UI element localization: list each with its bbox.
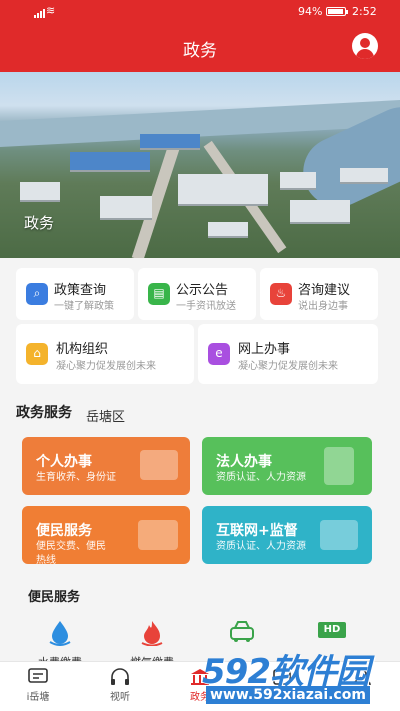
document-icon [324,447,354,485]
building-shape [140,134,200,148]
wifi-icon: ≋ [46,4,56,17]
quick-service-title: 咨询建议 [298,283,351,298]
building-shape [280,172,316,188]
nav-label: i岳塘 [26,692,50,703]
nav-label: 视听 [110,692,130,703]
id-card-icon [140,450,178,480]
service-card-supervision[interactable]: 互联网+监督 资质认证、人力资源 [202,506,372,564]
quick-service-online[interactable]: e 网上办事 凝心聚力促发展创未来 [198,324,378,384]
folder-icon [138,520,178,550]
nav-item-iyuetang[interactable]: i岳塘 [8,666,68,703]
quick-service-subtitle: 一键了解政策 [54,301,114,312]
quick-service-notice[interactable]: ▤ 公示公告 一手资讯放送 [138,268,256,320]
district-selector[interactable]: 岳塘区 [86,406,125,425]
service-card-title: 互联网+监督 [216,523,298,539]
service-card-legal[interactable]: 法人办事 资质认证、人力资源 [202,437,372,495]
service-card-title: 个人办事 [36,454,92,470]
quick-service-institution[interactable]: ⌂ 机构组织 凝心聚力促发展创未来 [16,324,194,384]
monitor-icon [320,520,358,550]
page-title: 政务 [183,41,217,61]
watermark-url: www.592xiazai.com [206,686,370,704]
building-icon: ⌂ [26,343,48,365]
battery-icon [326,7,348,16]
quick-service-title: 机构组织 [56,342,109,357]
building-shape [20,182,60,200]
service-card-desc: 生育收养、身份证 [36,472,116,483]
quick-service-subtitle: 说出身边事 [298,301,348,312]
service-card-title: 便民服务 [36,523,92,539]
user-profile-icon[interactable] [352,33,378,59]
service-card-desc: 资质认证、人力资源 [216,472,306,483]
flame-icon [141,621,163,646]
quick-service-title: 网上办事 [238,342,291,357]
hd-icon: HD [318,622,346,638]
headphones-icon [111,668,129,685]
section-title: 政务服务 [16,405,72,421]
service-card-convenience[interactable]: 便民服务 便民交费、便民热线 [22,506,190,564]
quick-service-subtitle: 凝心聚力促发展创未来 [56,361,156,372]
quick-service-subtitle: 一手资讯放送 [176,301,236,312]
building-shape [208,222,248,236]
quick-service-subtitle: 凝心聚力促发展创未来 [238,361,338,372]
quick-service-consult[interactable]: ♨ 咨询建议 说出身边事 [260,268,378,320]
building-shape [100,196,152,218]
section-title: 便民服务 [28,590,81,605]
battery-percent: 94% [298,5,323,18]
nav-item-video[interactable]: 视听 [90,666,150,703]
chat-icon [28,668,48,683]
watermark-logo: 592软件园 www.592xiazai.com [196,642,400,711]
building-shape [70,152,150,170]
status-time: 2:52 [352,5,377,18]
building-shape [340,168,388,182]
service-card-title: 法人办事 [216,454,272,470]
fire-icon: ♨ [270,283,292,305]
notice-icon: ▤ [148,283,170,305]
signal-icon [34,5,46,18]
service-card-desc: 资质认证、人力资源 [216,541,306,552]
banner-label: 政务 [24,214,55,232]
app-header: ≋ 94% 2:52 政务 [0,0,400,72]
building-shape [178,174,268,204]
building-shape [290,200,350,222]
service-card-desc: 便民交费、便民热线 [36,541,106,564]
search-icon: ⌕ [26,283,48,305]
service-card-personal[interactable]: 个人办事 生育收养、身份证 [22,437,190,495]
browser-icon: e [208,343,230,365]
quick-service-title: 公示公告 [176,283,229,298]
water-drop-icon [49,621,71,646]
quick-service-policy[interactable]: ⌕ 政策查询 一键了解政策 [16,268,134,320]
car-icon [230,621,254,642]
quick-service-title: 政策查询 [54,283,107,298]
banner-image[interactable] [0,72,400,258]
status-bar: ≋ 94% 2:52 [0,0,400,22]
